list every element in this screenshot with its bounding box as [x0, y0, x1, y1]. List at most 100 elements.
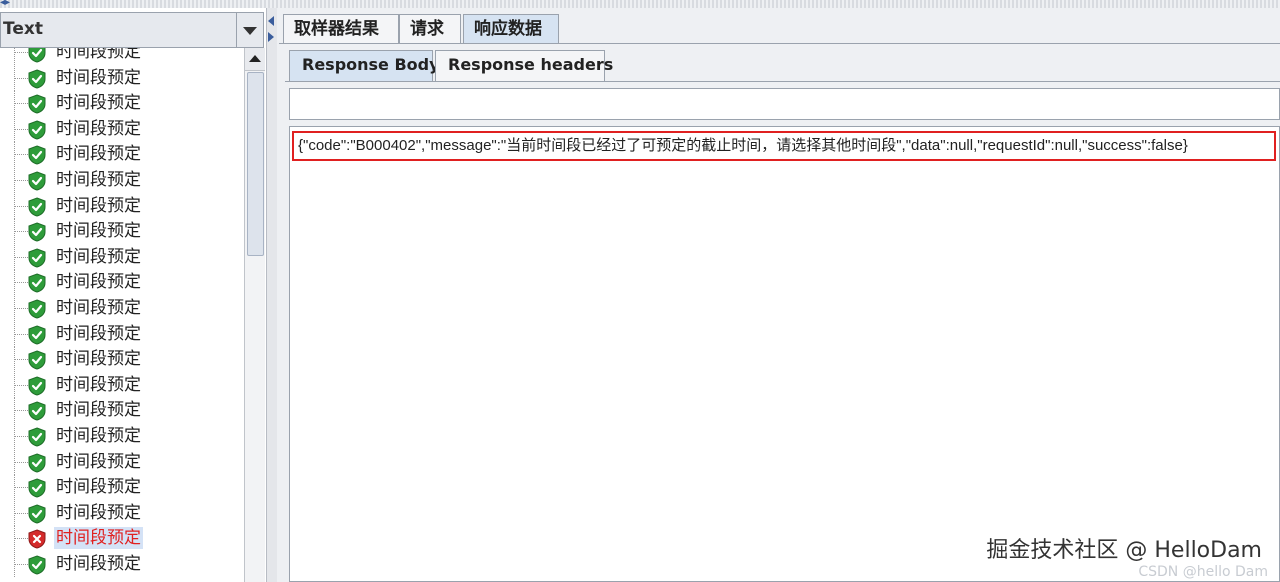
shield-check-icon — [28, 427, 46, 447]
tree-row-label: 时间段预定 — [56, 323, 141, 344]
shield-check-icon — [28, 197, 46, 217]
tab-response-headers[interactable]: Response headers — [435, 50, 613, 82]
tree-row[interactable]: 时间段预定 — [0, 552, 244, 577]
tree-branch-line — [14, 282, 28, 284]
tab-request[interactable]: 请求 — [399, 14, 461, 44]
tree-row[interactable]: 时间段预定 — [0, 48, 244, 65]
shield-check-icon — [28, 299, 46, 319]
tree-row-label: 时间段预定 — [56, 272, 141, 293]
tree-row[interactable]: 时间段预定 — [0, 372, 244, 398]
tree-branch-line — [14, 436, 28, 437]
scroll-thumb[interactable] — [247, 72, 264, 256]
renderer-select-value: Text — [3, 19, 43, 39]
tree-branch-line — [14, 564, 28, 565]
tree-row[interactable]: 时间段预定 — [0, 347, 244, 373]
result-detail-panel: 取样器结果 请求 响应数据 Response Body Response hea… — [279, 8, 1280, 582]
tree-branch-line — [14, 128, 28, 130]
tree-row[interactable]: 时间段预定 — [0, 475, 244, 501]
tree-row-label: 时间段预定 — [56, 144, 141, 165]
shield-check-icon — [28, 120, 46, 140]
tree-branch-line — [14, 333, 28, 335]
shield-check-icon — [28, 350, 46, 370]
tree-branch-line — [14, 154, 28, 156]
tree-row-label: 时间段预定 — [56, 502, 141, 523]
renderer-select[interactable]: Text — [0, 12, 264, 48]
tree-guide-line — [14, 48, 15, 65]
tree-branch-line — [14, 52, 28, 53]
tree-row[interactable]: 时间段预定 — [0, 321, 244, 347]
tree-row-label: 时间段预定 — [56, 554, 141, 574]
search-input[interactable] — [289, 88, 1280, 120]
tree-branch-line — [14, 410, 28, 412]
shield-check-icon — [28, 48, 46, 63]
shield-check-icon — [28, 222, 46, 242]
tab-sampler-result[interactable]: 取样器结果 — [283, 14, 399, 44]
response-body-area[interactable]: {"code":"B000402","message":"当前时间段已经过了可预… — [289, 126, 1280, 582]
tree-row-label: 时间段预定 — [56, 93, 141, 114]
tree-row[interactable]: 时间段预定 — [0, 500, 244, 526]
tree-branch-line — [14, 205, 28, 207]
tree-vertical-scrollbar[interactable] — [244, 48, 265, 582]
results-tree-panel: Text 时间段预定 时间段预定 时间段预定 时间段预定 时间段预定 时间段预定 时间段预定… — [0, 8, 267, 582]
collapse-arrows-icon[interactable]: ◂▸ — [0, 0, 10, 8]
response-data-panel: Response Body Response headers {"code":"… — [285, 46, 1280, 582]
shield-check-icon — [28, 273, 46, 293]
tree-row-label: 时间段预定 — [56, 426, 141, 446]
tree-row-label: 时间段预定 — [56, 246, 141, 267]
shield-check-icon — [28, 325, 46, 345]
tab-response-data[interactable]: 响应数据 — [463, 14, 559, 44]
tree-row[interactable]: 时间段预定 — [0, 116, 244, 142]
tree-row[interactable]: 时间段预定 — [0, 449, 244, 475]
tree-branch-line — [14, 359, 28, 361]
collapse-left-icon[interactable] — [268, 16, 274, 26]
tree-branch-line — [14, 103, 28, 105]
tree-row[interactable]: 时间段预定 — [0, 193, 244, 219]
shield-check-icon — [28, 401, 46, 421]
tree-row[interactable]: 时间段预定 — [0, 424, 244, 449]
shield-check-icon — [28, 376, 46, 396]
tree-row-label: 时间段预定 — [56, 400, 141, 421]
tree-branch-line — [14, 231, 28, 233]
shield-check-icon — [28, 145, 46, 165]
tree-row-label: 时间段预定 — [56, 67, 141, 88]
response-tab-divider — [285, 81, 1280, 82]
panel-splitter[interactable] — [267, 8, 277, 582]
arrow-up-icon — [249, 55, 261, 62]
shield-error-icon — [28, 529, 46, 549]
tree-row[interactable]: 时间段预定 — [0, 526, 244, 552]
tree-branch-line — [14, 538, 28, 540]
tree-row[interactable]: 时间段预定 — [0, 168, 244, 193]
tree-row[interactable]: 时间段预定 — [0, 142, 244, 168]
shield-check-icon — [28, 453, 46, 473]
tab-divider — [279, 43, 1280, 44]
tree-branch-line — [14, 180, 28, 181]
tree-branch-line — [14, 256, 28, 258]
tree-row[interactable]: 时间段预定 — [0, 244, 244, 270]
tree-row-label: 时间段预定 — [56, 48, 141, 62]
renderer-select-button[interactable] — [236, 13, 263, 47]
tree-row[interactable]: 时间段预定 — [0, 65, 244, 91]
tree-row[interactable]: 时间段预定 — [0, 296, 244, 321]
shield-check-icon — [28, 478, 46, 498]
shield-check-icon — [28, 248, 46, 268]
scroll-up-button[interactable] — [245, 48, 265, 71]
tree-row-label: 时间段预定 — [56, 221, 141, 242]
tree-row-label: 时间段预定 — [56, 170, 141, 190]
tree-row[interactable]: 时间段预定 — [0, 270, 244, 296]
tree-row-label: 时间段预定 — [56, 298, 141, 318]
tree-branch-line — [14, 461, 28, 463]
tree-branch-line — [14, 308, 28, 309]
collapse-right-icon[interactable] — [268, 32, 274, 42]
tree-row-label: 时间段预定 — [56, 477, 141, 498]
tree-row-label: 时间段预定 — [56, 349, 141, 370]
tree-row[interactable]: 时间段预定 — [0, 398, 244, 424]
tab-response-body[interactable]: Response Body — [289, 50, 440, 82]
tree-branch-line — [14, 512, 28, 514]
response-json-text[interactable]: {"code":"B000402","message":"当前时间段已经过了可预… — [292, 131, 1276, 161]
tree-branch-line — [14, 77, 28, 79]
shield-check-icon — [28, 69, 46, 89]
tree-row[interactable]: 时间段预定 — [0, 91, 244, 117]
tree-row[interactable]: 时间段预定 — [0, 219, 244, 245]
shield-check-icon — [28, 504, 46, 524]
chevron-down-icon — [243, 27, 257, 35]
